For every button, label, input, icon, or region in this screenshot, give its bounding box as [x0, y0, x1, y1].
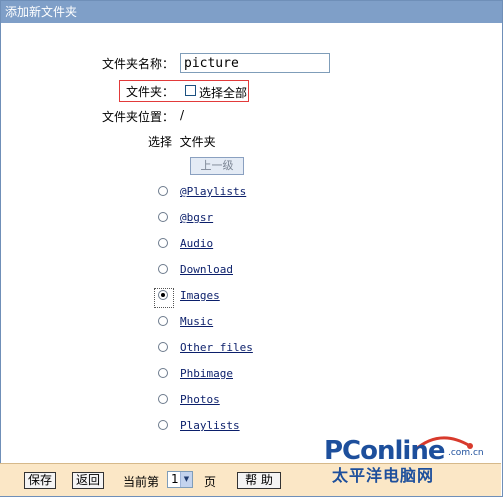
page-suffix-label: 页 [204, 475, 217, 489]
folder-item[interactable]: Phbimage [158, 366, 308, 382]
folder-link[interactable]: Audio [180, 236, 213, 252]
folder-link[interactable]: Photos [180, 392, 220, 408]
folder-radio[interactable] [158, 420, 168, 430]
folder-radio[interactable] [158, 186, 168, 196]
page-select[interactable]: 1 ▼ [167, 471, 193, 488]
folder-radio[interactable] [154, 288, 174, 308]
folder-item[interactable]: Playlists [158, 418, 308, 434]
folder-link[interactable]: Other files [180, 340, 253, 356]
parent-folder-button[interactable]: 上一级 [190, 157, 244, 175]
folder-link[interactable]: Images [180, 288, 220, 304]
watermark-tagline: 太平洋电脑网 [332, 466, 435, 485]
folder-name-label: 文件夹名称： [102, 57, 175, 71]
help-button[interactable]: 帮 助 [237, 472, 281, 489]
folder-item[interactable]: Download [158, 262, 308, 278]
folder-radio[interactable] [158, 394, 168, 404]
folder-item[interactable]: Other files [158, 340, 308, 356]
select-all-label: 选择全部 [199, 86, 248, 100]
folder-radio[interactable] [158, 342, 168, 352]
folder-item[interactable]: Images [154, 288, 308, 308]
page-select-value: 1 [171, 472, 179, 486]
folder-location-value: / [180, 108, 185, 122]
folder-item[interactable]: Audio [158, 236, 308, 252]
save-button[interactable]: 保存 [24, 472, 56, 489]
folder-radio[interactable] [158, 368, 168, 378]
select-all-checkbox[interactable] [185, 85, 196, 96]
chevron-down-icon: ▼ [180, 472, 192, 487]
folder-link[interactable]: @bgsr [180, 210, 213, 226]
folder-link[interactable]: Playlists [180, 418, 240, 434]
folder-item[interactable]: Music [158, 314, 308, 330]
folder-item[interactable]: @Playlists [158, 184, 308, 200]
folder-radio[interactable] [158, 212, 168, 222]
folder-radio[interactable] [158, 238, 168, 248]
back-button[interactable]: 返回 [72, 472, 104, 489]
pconline-watermark: PConline .com.cn 太平洋电脑网 [320, 432, 500, 485]
current-page-label: 当前第 [123, 475, 160, 489]
folder-link[interactable]: Phbimage [180, 366, 233, 382]
watermark-domain: .com.cn [448, 448, 484, 458]
window-title: 添加新文件夹 [1, 1, 502, 23]
folder-radio[interactable] [158, 316, 168, 326]
folder-item[interactable]: Photos [158, 392, 308, 408]
select-folder-header: 选择 文件夹 [148, 135, 216, 149]
folder-link[interactable]: @Playlists [180, 184, 246, 200]
folder-name-input[interactable] [180, 53, 330, 73]
folder-location-label: 文件夹位置： [102, 110, 175, 124]
folder-link[interactable]: Download [180, 262, 233, 278]
focus-frame [154, 288, 174, 308]
folder-radio[interactable] [158, 264, 168, 274]
folder-item[interactable]: @bgsr [158, 210, 308, 226]
folder-label: 文件夹： [126, 85, 175, 99]
folder-link[interactable]: Music [180, 314, 213, 330]
